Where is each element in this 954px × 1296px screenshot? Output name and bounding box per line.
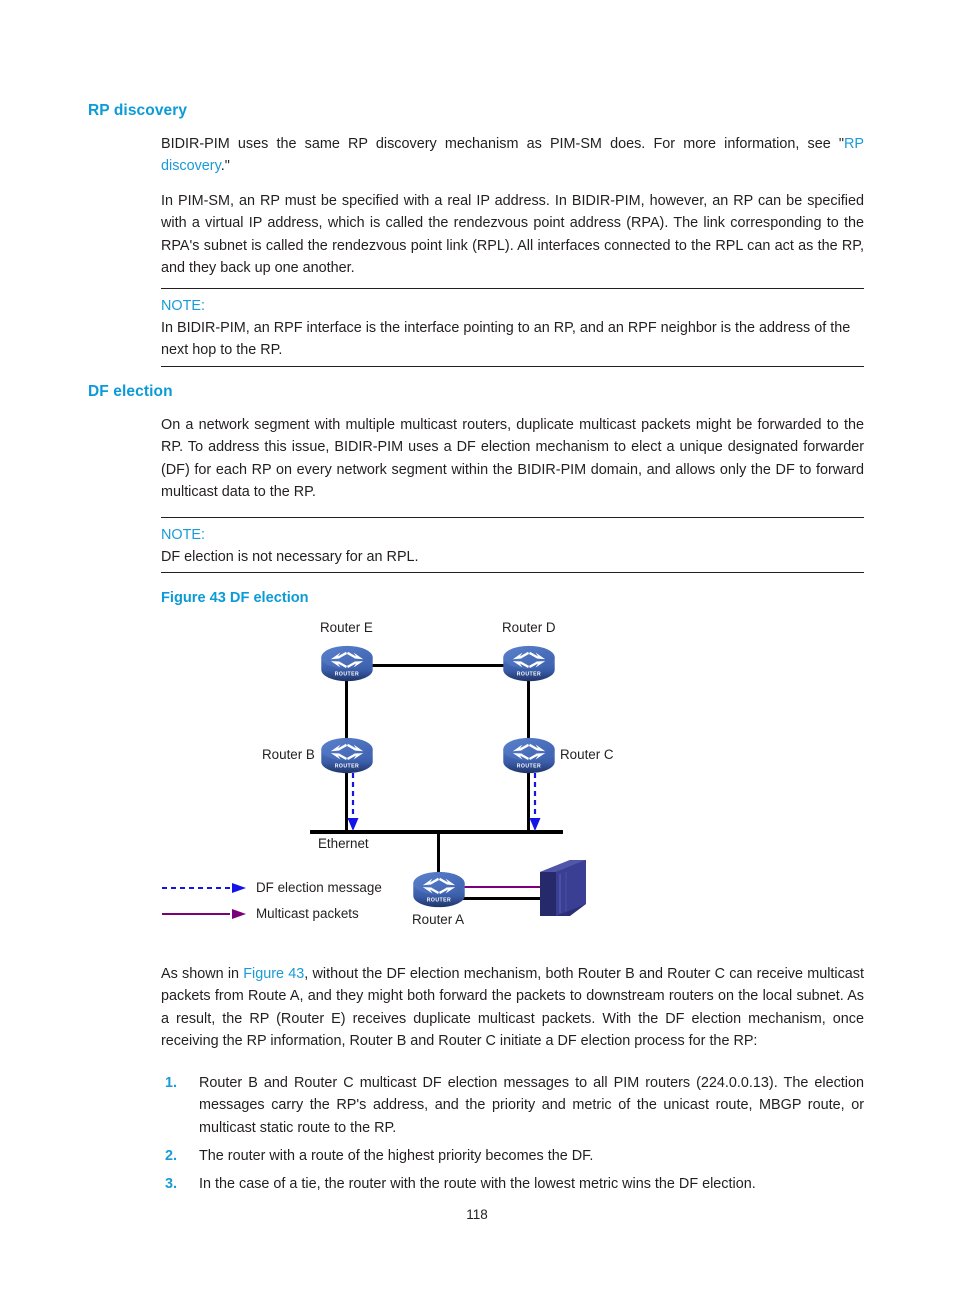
legend-icon-df-election-message bbox=[162, 883, 246, 893]
list-item-text: Router B and Router C multicast DF elect… bbox=[199, 1075, 864, 1136]
closing-text-before: As shown in bbox=[161, 966, 244, 982]
paragraph-rpa-rpl: In PIM-SM, an RP must be specified with … bbox=[161, 193, 864, 276]
paragraph-closing: As shown in Figure 43, without the DF el… bbox=[161, 963, 864, 1052]
list-item-text: In the case of a tie, the router with th… bbox=[199, 1176, 756, 1193]
document-page: RP discovery BIDIR-PIM uses the same RP … bbox=[0, 0, 954, 1296]
label-router-d: Router D bbox=[502, 620, 556, 635]
list-item-number: 1. bbox=[165, 1075, 178, 1091]
figure-df-election-diagram: ROUTER bbox=[150, 612, 830, 942]
heading-df-election: DF election bbox=[88, 383, 173, 400]
note-title: NOTE: bbox=[161, 298, 205, 314]
list-item-text: The router with a route of the highest p… bbox=[199, 1147, 594, 1164]
paragraph-text-after: ." bbox=[220, 158, 230, 175]
note-bottom-rule bbox=[161, 572, 864, 574]
router-icon-router-e bbox=[321, 645, 373, 682]
label-router-b: Router B bbox=[262, 747, 315, 762]
server-icon bbox=[540, 860, 586, 916]
router-icon-router-c bbox=[503, 737, 555, 774]
legend-icon-multicast-packets bbox=[162, 909, 246, 919]
list-item-number: 3. bbox=[165, 1176, 178, 1193]
heading-rp-discovery: RP discovery bbox=[88, 102, 188, 119]
note-body: DF election is not necessary for an RPL. bbox=[161, 549, 419, 565]
note-rpl: NOTE: DF election is not necessary for a… bbox=[161, 517, 864, 574]
router-icon-router-a bbox=[413, 871, 465, 908]
label-ethernet-bus: Ethernet bbox=[318, 836, 369, 851]
legend-label-multicast-packets: Multicast packets bbox=[256, 906, 359, 921]
steps-list: 1. Router B and Router C multicast DF ele… bbox=[161, 1072, 864, 1200]
list-item: 3. In the case of a tie, the router with … bbox=[161, 1173, 864, 1195]
link-figure-43[interactable]: Figure 43 bbox=[243, 966, 304, 982]
note-rpf-interface: NOTE: In BIDIR-PIM, an RPF interface is … bbox=[161, 288, 864, 367]
label-router-e: Router E bbox=[320, 620, 373, 635]
figure-caption: Figure 43 DF election bbox=[161, 590, 309, 606]
paragraph-text-before: BIDIR-PIM uses the same RP discovery mec… bbox=[161, 136, 844, 152]
note-bottom-rule bbox=[161, 365, 864, 367]
note-title: NOTE: bbox=[161, 527, 205, 543]
list-item: 2. The router with a route of the highest… bbox=[161, 1145, 864, 1167]
paragraph-rp-discovery-intro: BIDIR-PIM uses the same RP discovery mec… bbox=[161, 133, 864, 178]
paragraph-df-election: On a network segment with multiple multi… bbox=[161, 417, 864, 500]
page-number: 118 bbox=[466, 1207, 488, 1222]
label-router-c: Router C bbox=[560, 747, 614, 762]
note-body: In BIDIR-PIM, an RPF interface is the in… bbox=[161, 320, 851, 359]
list-item-number: 2. bbox=[165, 1147, 178, 1164]
router-icon-router-d bbox=[503, 645, 555, 682]
list-item: 1. Router B and Router C multicast DF ele… bbox=[161, 1072, 864, 1139]
legend-label-df-election-message: DF election message bbox=[256, 880, 382, 895]
label-router-a: Router A bbox=[412, 912, 465, 927]
router-icon-router-b bbox=[321, 737, 373, 774]
